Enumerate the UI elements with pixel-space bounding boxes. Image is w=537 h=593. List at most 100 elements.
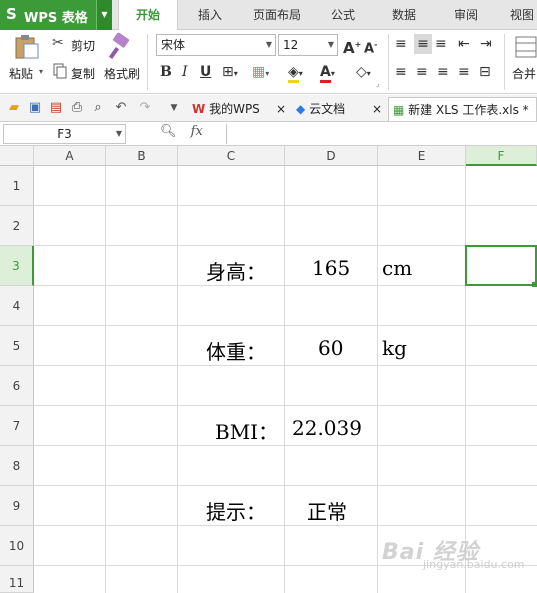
row-header[interactable]: 9	[0, 486, 34, 526]
merge-button[interactable]: 合并	[512, 65, 536, 82]
increase-font-icon[interactable]: A+	[343, 35, 361, 58]
fx-icon[interactable]: fx	[191, 124, 203, 139]
align-top-icon[interactable]: ≡	[395, 34, 407, 54]
grid-line	[34, 245, 537, 246]
align-center-icon[interactable]: ≡	[416, 62, 428, 82]
justify-icon[interactable]: ≡	[458, 62, 470, 82]
spreadsheet-grid[interactable]: A B C D E F 1 2 3 4 5 6 7 8 9 10 11 身高： …	[0, 146, 537, 593]
fill-handle[interactable]	[532, 282, 537, 287]
merge-cells-icon[interactable]	[515, 35, 537, 62]
paste-button-label[interactable]: 粘贴	[9, 65, 33, 82]
font-color-icon[interactable]: A▾	[320, 62, 335, 84]
column-header-selected[interactable]: F	[466, 146, 537, 166]
app-menu-dropdown-icon[interactable]: ▼	[96, 0, 112, 30]
column-header[interactable]: C	[178, 146, 285, 166]
fill-pattern-icon[interactable]: ▦▾	[252, 62, 269, 84]
cell-E3[interactable]: cm	[382, 256, 412, 280]
format-painter-button[interactable]: 格式刷	[104, 65, 140, 82]
row-header[interactable]: 8	[0, 446, 34, 486]
row-header[interactable]: 1	[0, 166, 34, 206]
cloud-cube-icon: ◆	[296, 102, 306, 116]
name-box-value: F3	[57, 127, 72, 141]
font-name-select[interactable]: 宋体 ▼	[156, 34, 276, 56]
close-icon[interactable]: ×	[372, 97, 382, 121]
column-header[interactable]: E	[378, 146, 466, 166]
tab-formulas[interactable]: 公式	[318, 0, 368, 30]
zoom-icon[interactable]: 🔍︎	[160, 124, 177, 139]
row-header[interactable]: 2	[0, 206, 34, 246]
column-header[interactable]: B	[106, 146, 178, 166]
align-right-icon[interactable]: ≡	[437, 62, 449, 82]
align-bottom-icon[interactable]: ≡	[435, 34, 447, 54]
doc-tab-my-wps[interactable]: W 我的WPS ×	[186, 97, 290, 121]
print-preview-icon[interactable]: ⌕	[89, 99, 107, 117]
select-all-corner[interactable]	[0, 146, 34, 166]
close-icon[interactable]: ×	[276, 97, 286, 121]
formula-input[interactable]	[226, 124, 537, 144]
font-size-select[interactable]: 12 ▼	[278, 34, 338, 56]
cell-C9[interactable]: 提示：	[206, 496, 266, 525]
doc-tab-label: 新建 XLS 工作表.xls *	[408, 103, 529, 117]
row-header[interactable]: 4	[0, 286, 34, 326]
cell-C5[interactable]: 体重：	[206, 336, 266, 365]
undo-icon[interactable]: ↶	[112, 99, 130, 117]
clear-format-icon[interactable]: ◇▾	[356, 62, 371, 84]
customize-toolbar-icon[interactable]: ▼	[165, 99, 183, 117]
cell-D7[interactable]: 22.039	[292, 416, 362, 440]
paste-dropdown-icon[interactable]: ▾	[39, 67, 43, 76]
cell-E5[interactable]: kg	[382, 336, 407, 360]
save-icon[interactable]: ▣	[26, 99, 44, 117]
doc-tab-cloud-docs[interactable]: ◆ 云文档 ×	[292, 97, 386, 121]
italic-icon[interactable]: I	[182, 62, 188, 82]
open-folder-icon[interactable]: ▰	[5, 99, 23, 117]
fill-color-icon[interactable]: ◈▾	[288, 62, 303, 84]
cell-D3[interactable]: 165	[312, 256, 350, 280]
chevron-down-icon: ▼	[115, 129, 122, 138]
wps-app-button[interactable]: S WPS 表格 ▼	[0, 0, 112, 30]
column-header[interactable]: D	[285, 146, 378, 166]
distribute-icon[interactable]: ⊟	[479, 62, 491, 82]
scissors-icon[interactable]: ✂	[52, 35, 64, 51]
tab-data[interactable]: 数据	[378, 0, 430, 30]
tab-review[interactable]: 审阅	[440, 0, 492, 30]
underline-icon[interactable]: U	[200, 62, 211, 82]
align-middle-icon[interactable]: ≡	[414, 34, 432, 54]
name-box[interactable]: F3 ▼	[3, 124, 126, 144]
selected-cell-F3[interactable]	[465, 245, 537, 286]
cell-C7[interactable]: BMI：	[215, 416, 278, 445]
chevron-down-icon: ▼	[265, 40, 272, 49]
decrease-font-icon[interactable]: A-	[364, 35, 377, 59]
export-pdf-icon[interactable]: ▤	[47, 99, 65, 117]
tab-view[interactable]: 视图	[502, 0, 537, 30]
cut-button[interactable]: 剪切	[71, 37, 95, 54]
cell-C3[interactable]: 身高：	[206, 256, 266, 285]
redo-icon[interactable]: ↷	[136, 99, 154, 117]
format-painter-icon[interactable]	[108, 32, 134, 64]
bold-icon[interactable]: B	[160, 62, 172, 82]
cell-D9[interactable]: 正常	[307, 496, 347, 525]
increase-indent-icon[interactable]: ⇥	[480, 34, 492, 54]
row-header[interactable]: 10	[0, 526, 34, 566]
row-header[interactable]: 11	[0, 566, 34, 593]
row-header[interactable]: 6	[0, 366, 34, 406]
print-icon[interactable]: ⎙	[68, 99, 86, 117]
tab-page-layout[interactable]: 页面布局	[242, 0, 312, 30]
copy-button[interactable]: 复制	[71, 65, 95, 82]
column-header[interactable]: A	[34, 146, 106, 166]
grid-line	[34, 405, 537, 406]
tab-insert[interactable]: 插入	[184, 0, 236, 30]
tab-home[interactable]: 开始	[118, 0, 178, 31]
copy-icon[interactable]	[53, 63, 67, 82]
ribbon-home: 粘贴 ▾ ✂ 剪切 复制 格式刷 宋体 ▼ 12 ▼ A+ A- B I U ⊞▾ …	[0, 30, 537, 94]
grid-line	[34, 445, 537, 446]
doc-tab-active-workbook[interactable]: ▦ 新建 XLS 工作表.xls *	[388, 97, 537, 121]
cell-D5[interactable]: 60	[318, 336, 343, 360]
align-left-icon[interactable]: ≡	[395, 62, 407, 82]
decrease-indent-icon[interactable]: ⇤	[458, 34, 470, 54]
row-header-selected[interactable]: 3	[0, 246, 34, 286]
font-dialog-launcher-icon[interactable]: ⌟	[376, 80, 379, 88]
row-header[interactable]: 7	[0, 406, 34, 446]
row-header[interactable]: 5	[0, 326, 34, 366]
paste-icon[interactable]	[12, 34, 40, 63]
borders-icon[interactable]: ⊞▾	[222, 62, 238, 84]
